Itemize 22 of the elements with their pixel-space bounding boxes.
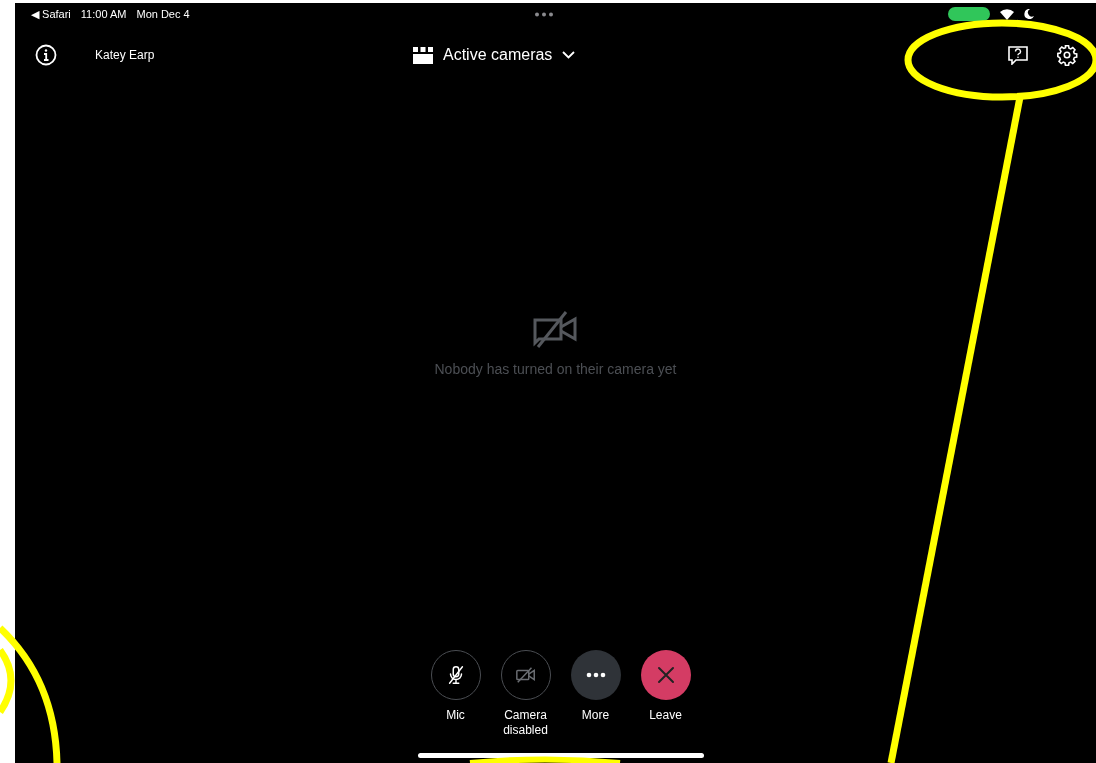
status-time: 11:00 AM: [80, 8, 127, 20]
control-label: Leave: [648, 708, 683, 723]
more-icon: [585, 672, 606, 679]
empty-state-message: Nobody has turned on their camera yet: [434, 360, 677, 377]
camera-off-icon: [531, 308, 580, 349]
camera-in-use-indicator: [948, 7, 990, 21]
status-date: Mon Dec 4: [136, 8, 190, 20]
user-name: Katey Earp: [95, 48, 156, 62]
close-icon: [656, 666, 675, 685]
grid-layout-icon: [413, 46, 433, 64]
chevron-down-icon: [562, 51, 576, 59]
wifi-icon: [1000, 8, 1014, 20]
settings-icon[interactable]: [1056, 44, 1078, 66]
multitasking-dots-icon[interactable]: [533, 11, 554, 17]
moon-icon: [1024, 9, 1034, 19]
control-label: Camera disabled: [502, 708, 549, 737]
help-chat-icon[interactable]: [1008, 45, 1028, 65]
view-selector[interactable]: Active cameras: [413, 46, 576, 64]
back-link[interactable]: ◀ Safari: [31, 7, 71, 21]
control-label: Mic: [445, 708, 466, 723]
info-icon[interactable]: [35, 44, 57, 66]
control-label: More: [580, 708, 611, 723]
